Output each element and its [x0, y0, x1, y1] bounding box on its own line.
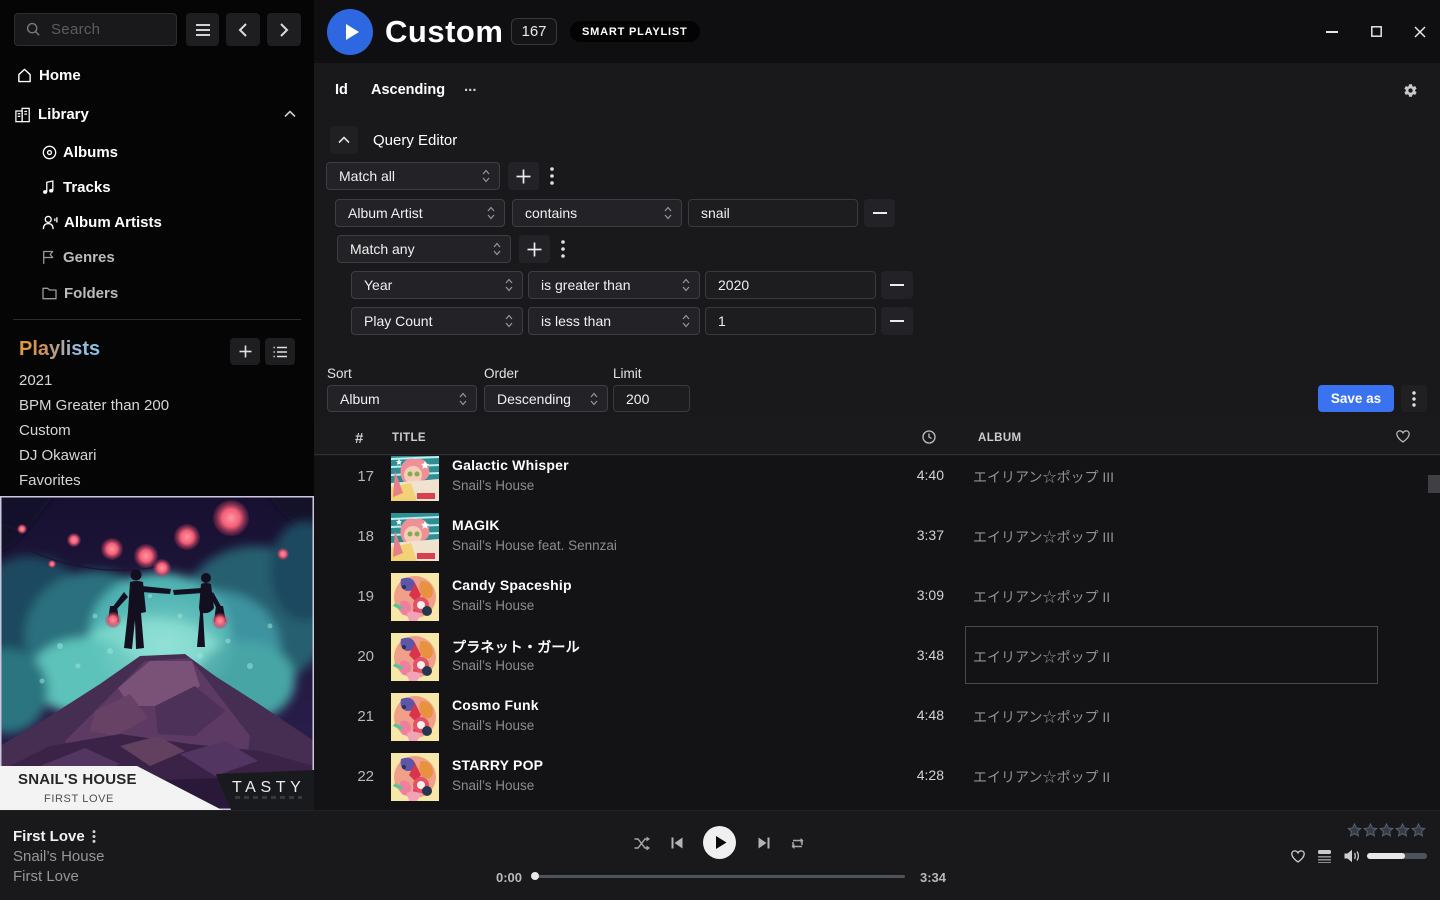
svg-text:TASTY: TASTY [232, 779, 305, 796]
svg-text:FIRST LOVE: FIRST LOVE [44, 793, 114, 805]
svg-text:SNAIL'S HOUSE: SNAIL'S HOUSE [18, 771, 137, 788]
